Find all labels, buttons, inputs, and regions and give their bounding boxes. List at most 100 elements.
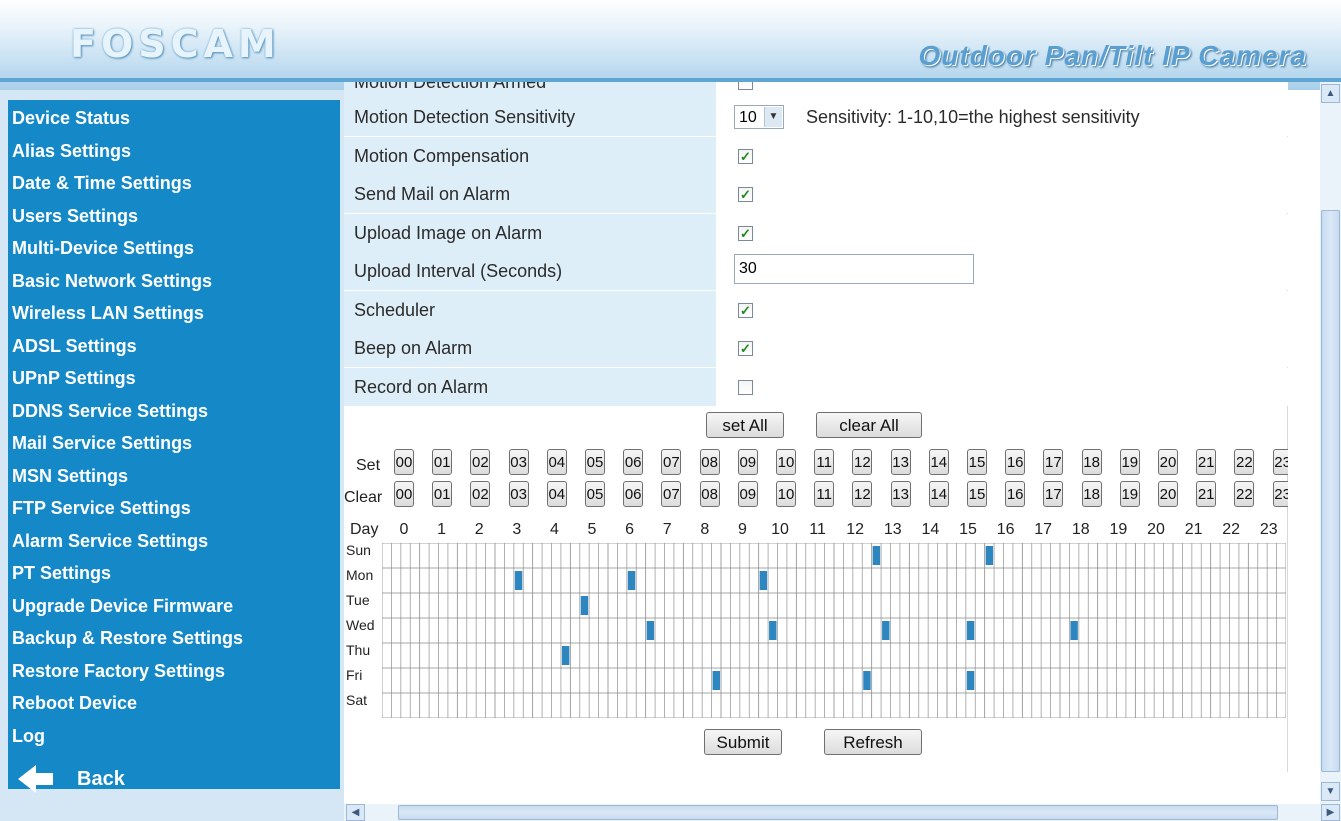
set-hour-button-03[interactable]: 03 [508,449,529,475]
set-hour-button-16[interactable]: 16 [1005,449,1026,475]
sidebar-item-multi-device-settings[interactable]: Multi-Device Settings [8,230,340,263]
clear-hour-button-15[interactable]: 15 [967,481,987,507]
set-hour-button-09[interactable]: 09 [737,449,758,475]
schedule-mark-fri[interactable] [712,671,720,690]
scroll-down-icon[interactable]: ▼ [1321,782,1340,801]
clear-hour-button-02[interactable]: 02 [470,481,491,507]
sidebar-item-log[interactable]: Log [8,718,340,751]
motion-compensation-checkbox[interactable]: ✓ [738,148,753,164]
beep-on-alarm-checkbox[interactable]: ✓ [738,341,753,356]
schedule-mark-wed[interactable] [1070,621,1078,640]
sidebar-item-alias-settings[interactable]: Alias Settings [8,133,340,166]
clear-all-button[interactable]: clear All [816,412,922,438]
sidebar-item-date-time-settings[interactable]: Date & Time Settings [8,165,340,198]
sidebar-item-reboot-device[interactable]: Reboot Device [8,685,340,718]
set-hour-button-07[interactable]: 07 [661,449,682,475]
clear-hour-button-04[interactable]: 04 [546,481,567,507]
refresh-button[interactable]: Refresh [824,729,922,755]
sidebar-item-users-settings[interactable]: Users Settings [8,198,340,231]
set-hour-button-02[interactable]: 02 [470,449,491,475]
sidebar-item-ftp-service-settings[interactable]: FTP Service Settings [8,490,340,523]
motion-detection-armed-checkbox[interactable] [738,82,753,90]
set-hour-button-20[interactable]: 20 [1158,449,1178,475]
set-hour-button-21[interactable]: 21 [1196,449,1217,475]
submit-button[interactable]: Submit [704,729,782,755]
set-hour-button-12[interactable]: 12 [852,449,873,475]
scheduler-checkbox[interactable]: ✓ [738,302,753,318]
chevron-down-icon[interactable]: ▼ [764,107,782,127]
set-hour-button-06[interactable]: 06 [623,449,644,475]
vertical-scrollbar[interactable]: ▲ ▼ [1320,82,1341,804]
set-hour-button-00[interactable]: 00 [394,449,414,475]
clear-hour-button-18[interactable]: 18 [1081,481,1102,507]
clear-hour-button-16[interactable]: 16 [1005,481,1026,507]
back-button[interactable]: Back [18,763,125,795]
set-hour-button-14[interactable]: 14 [928,449,949,475]
clear-hour-button-09[interactable]: 09 [737,481,758,507]
schedule-mark-wed[interactable] [769,621,777,640]
record-on-alarm-checkbox[interactable] [738,379,753,395]
schedule-mark-thu[interactable] [561,646,570,665]
scroll-right-icon[interactable]: ▶ [1321,804,1340,821]
set-hour-button-17[interactable]: 17 [1043,449,1064,475]
set-hour-button-08[interactable]: 08 [699,449,720,475]
upload-image-on-alarm-checkbox[interactable]: ✓ [738,225,753,241]
schedule-mark-sun[interactable] [985,546,994,565]
horizontal-scroll-thumb[interactable] [398,805,1278,820]
sensitivity-select[interactable]: 10 ▼ [734,105,784,129]
schedule-mark-mon[interactable] [627,571,636,590]
sidebar-item-basic-network-settings[interactable]: Basic Network Settings [8,263,340,296]
horizontal-scrollbar[interactable]: ◀ [344,804,1320,821]
set-hour-button-18[interactable]: 18 [1081,449,1102,475]
sidebar-item-alarm-service-settings[interactable]: Alarm Service Settings [8,523,340,556]
schedule-mark-mon[interactable] [514,571,523,590]
sidebar-item-ddns-service-settings[interactable]: DDNS Service Settings [8,393,340,426]
schedule-mark-sun[interactable] [872,546,881,565]
clear-hour-button-10[interactable]: 10 [776,481,796,507]
set-all-button[interactable]: set All [706,412,784,438]
set-hour-button-13[interactable]: 13 [890,449,911,475]
scroll-left-icon[interactable]: ◀ [346,804,365,821]
set-hour-button-04[interactable]: 04 [546,449,567,475]
clear-hour-button-03[interactable]: 03 [508,481,529,507]
sidebar-item-msn-settings[interactable]: MSN Settings [8,458,340,491]
sidebar-item-device-status[interactable]: Device Status [8,100,340,133]
set-hour-button-10[interactable]: 10 [776,449,796,475]
set-hour-button-05[interactable]: 05 [585,449,605,475]
set-hour-button-22[interactable]: 22 [1234,449,1255,475]
clear-hour-button-08[interactable]: 08 [699,481,720,507]
schedule-mark-tue[interactable] [580,596,589,615]
clear-hour-button-13[interactable]: 13 [890,481,911,507]
set-hour-button-15[interactable]: 15 [967,449,987,475]
sidebar-item-adsl-settings[interactable]: ADSL Settings [8,328,340,361]
schedule-mark-wed[interactable] [882,621,890,640]
clear-hour-button-07[interactable]: 07 [661,481,682,507]
clear-hour-button-12[interactable]: 12 [852,481,873,507]
clear-hour-button-20[interactable]: 20 [1158,481,1178,507]
sidebar-item-wireless-lan-settings[interactable]: Wireless LAN Settings [8,295,340,328]
set-hour-button-23[interactable]: 23 [1272,449,1288,475]
upload-interval-input[interactable] [734,254,974,284]
scroll-up-icon[interactable]: ▲ [1321,84,1340,103]
clear-hour-button-01[interactable]: 01 [432,481,453,507]
clear-hour-button-05[interactable]: 05 [585,481,605,507]
schedule-mark-fri[interactable] [966,671,975,690]
set-hour-button-19[interactable]: 19 [1119,449,1140,475]
vertical-scroll-thumb[interactable] [1321,210,1340,772]
set-hour-button-11[interactable]: 11 [814,449,835,475]
sidebar-item-backup-restore-settings[interactable]: Backup & Restore Settings [8,620,340,653]
sidebar-item-pt-settings[interactable]: PT Settings [8,555,340,588]
sidebar-item-restore-factory-settings[interactable]: Restore Factory Settings [8,653,340,686]
send-mail-on-alarm-checkbox[interactable]: ✓ [738,187,753,202]
clear-hour-button-21[interactable]: 21 [1196,481,1217,507]
schedule-mark-fri[interactable] [863,671,871,690]
clear-hour-button-22[interactable]: 22 [1234,481,1255,507]
sidebar-item-upnp-settings[interactable]: UPnP Settings [8,360,340,393]
clear-hour-button-11[interactable]: 11 [814,481,835,507]
set-hour-button-01[interactable]: 01 [432,449,453,475]
schedule-mark-mon[interactable] [759,571,768,590]
sidebar-item-mail-service-settings[interactable]: Mail Service Settings [8,425,340,458]
clear-hour-button-06[interactable]: 06 [623,481,644,507]
clear-hour-button-19[interactable]: 19 [1119,481,1140,507]
clear-hour-button-14[interactable]: 14 [928,481,949,507]
